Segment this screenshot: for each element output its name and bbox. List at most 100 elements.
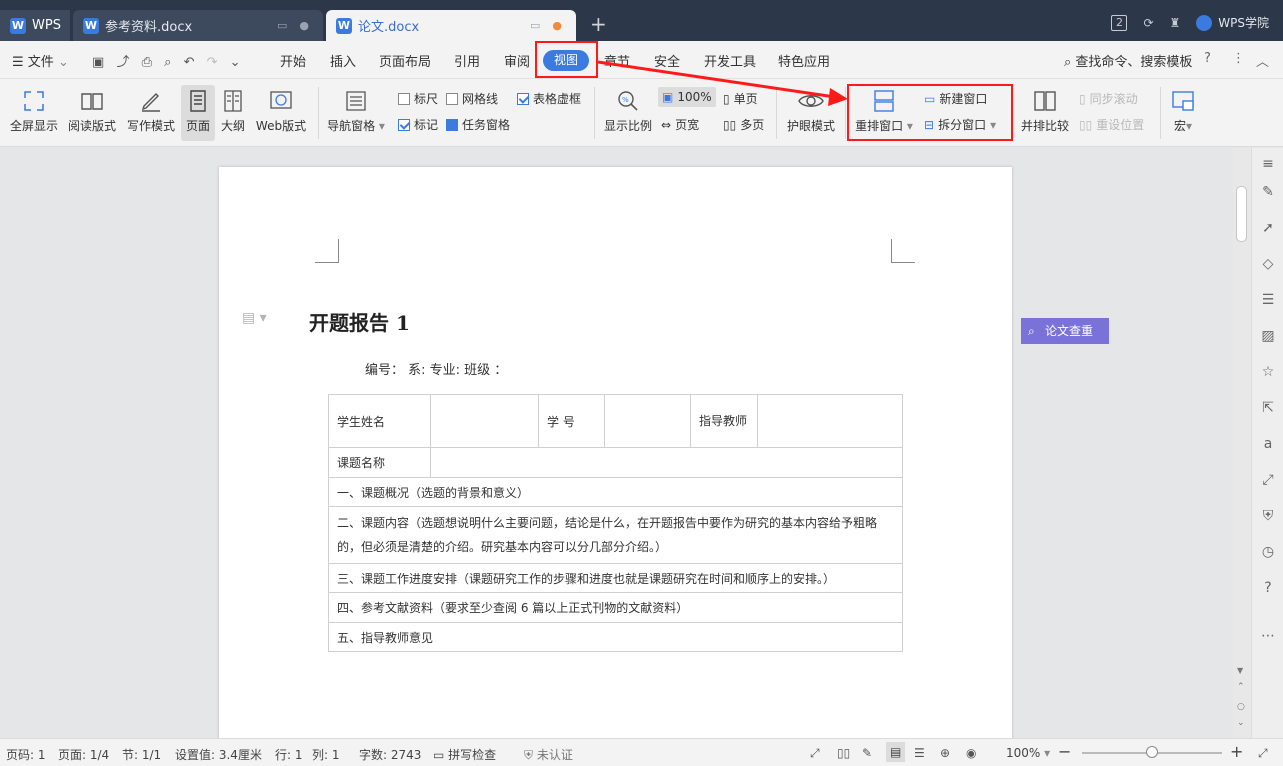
page-view-button[interactable]: 页面	[181, 85, 215, 141]
spell-check-button[interactable]: ▭ 拼写检查	[433, 746, 496, 763]
wps-academy-link[interactable]: WPS学院	[1196, 14, 1269, 31]
document-subtitle[interactable]: 编号： 系: 专业: 班级 ：	[365, 359, 507, 378]
prev-page-icon[interactable]: ⌃	[1237, 682, 1245, 692]
web-layout-button[interactable]: Web版式	[253, 89, 309, 134]
outline-button[interactable]: 大纲	[218, 89, 248, 134]
collapse-panel-icon[interactable]: ≡	[1260, 156, 1276, 172]
certification-status[interactable]: ⛨ 未认证	[524, 746, 573, 763]
table-cell[interactable]	[757, 394, 903, 448]
eye-mode-button[interactable]: 护眼模式	[784, 89, 838, 134]
marks-checkbox[interactable]: 标记	[398, 116, 438, 133]
table-cell[interactable]: 五、指导教师意见	[328, 622, 903, 652]
share-icon[interactable]: ⟳	[1143, 16, 1153, 30]
single-page-button[interactable]: ▯ 单页	[723, 90, 758, 107]
menu-security[interactable]: 安全	[654, 51, 680, 70]
table-cell[interactable]	[430, 447, 903, 478]
table-cell[interactable]: 三、课题工作进度安排（课题研究工作的步骤和进度也就是课题研究在时间和顺序上的安排…	[328, 563, 903, 593]
next-page-icon[interactable]: ⌄	[1237, 718, 1245, 728]
nav-pane-button[interactable]: 导航窗格 ▾	[326, 89, 386, 134]
web-mode-icon[interactable]: ⊕	[940, 746, 950, 760]
menu-dev-tools[interactable]: 开发工具	[704, 51, 756, 70]
status-page[interactable]: 页面: 1/4	[58, 746, 109, 763]
paragraph-menu-icon[interactable]: ▤ ▾	[242, 310, 267, 326]
print-icon[interactable]: ⎙	[142, 55, 152, 70]
status-col[interactable]: 列: 1	[312, 746, 340, 763]
collapse-ribbon-icon[interactable]: ︿	[1256, 51, 1269, 70]
history-icon[interactable]: ◷	[1260, 544, 1276, 560]
task-pane-checkbox[interactable]: 任务窗格	[446, 116, 510, 133]
page-mode-icon[interactable]: ▤	[886, 742, 906, 762]
redo-icon[interactable]: ↷	[207, 55, 218, 70]
monitor-icon[interactable]: ▭	[530, 19, 540, 32]
writing-mode-icon[interactable]: ✎	[862, 746, 872, 760]
fullscreen-button[interactable]: 全屏显示	[8, 89, 60, 134]
proposal-table[interactable]: 学生姓名 学 号 指导教师 课题名称 一、课题概况（选题的背景和意义） 二、课题…	[328, 394, 903, 652]
multi-page-button[interactable]: ▯▯ 多页	[723, 116, 764, 133]
gridlines-checkbox[interactable]: 网格线	[446, 90, 498, 107]
new-tab-button[interactable]: +	[590, 12, 607, 36]
more-icon[interactable]: ⌄	[230, 55, 241, 70]
status-words[interactable]: 字数: 2743	[359, 746, 421, 763]
table-gridlines-checkbox[interactable]: 表格虚框	[517, 90, 581, 107]
resize-icon[interactable]: ⤢	[1260, 472, 1276, 488]
page-width-button[interactable]: ⇔ 页宽	[661, 116, 699, 133]
menu-references[interactable]: 引用	[454, 51, 480, 70]
tab-reference-doc[interactable]: W 参考资料.docx ▭ ●	[73, 10, 323, 41]
select-pointer-icon[interactable]: ➚	[1260, 220, 1276, 236]
zoom-ratio-button[interactable]: % 显示比例	[601, 89, 655, 134]
reading-layout-button[interactable]: 阅读版式	[66, 89, 118, 134]
reading-mode-icon[interactable]: ▯▯	[837, 746, 850, 760]
vertical-scrollbar[interactable]: ▼ ⌃ ○ ⌄	[1233, 148, 1251, 738]
table-cell[interactable]: 一、课题概况（选题的背景和意义）	[328, 477, 903, 507]
zoom-slider[interactable]	[1082, 746, 1222, 758]
status-section[interactable]: 节: 1/1	[122, 746, 161, 763]
table-cell[interactable]	[430, 394, 539, 448]
macro-button[interactable]: 宏▾	[1168, 89, 1198, 134]
status-row[interactable]: 行: 1	[275, 746, 303, 763]
tab-wps[interactable]: W WPS	[0, 10, 70, 41]
help-button[interactable]: ?	[1204, 51, 1211, 66]
skin-icon[interactable]: ♜	[1170, 16, 1181, 30]
monitor-icon[interactable]: ▭	[277, 19, 287, 32]
table-cell[interactable]: 学生姓名	[328, 394, 431, 448]
file-menu[interactable]: ☰ 文件 ⌄	[12, 51, 69, 70]
menu-insert[interactable]: 插入	[330, 51, 356, 70]
table-cell[interactable]: 指导教师	[690, 394, 758, 448]
reset-position-button[interactable]: ▯▯ 重设位置	[1079, 116, 1144, 133]
zoom-100-button[interactable]: ▣ 100%	[658, 87, 716, 107]
zoom-in-button[interactable]: +	[1230, 742, 1243, 761]
image-icon[interactable]: ▨	[1260, 328, 1276, 344]
status-setting[interactable]: 设置值: 3.4厘米	[175, 746, 262, 763]
menu-featured[interactable]: 特色应用	[778, 51, 830, 70]
more-dots-icon[interactable]: ⋯	[1260, 628, 1276, 644]
shapes-icon[interactable]: ◇	[1260, 256, 1276, 272]
ruler-checkbox[interactable]: 标尺	[398, 90, 438, 107]
menu-chapter[interactable]: 章节	[604, 51, 630, 70]
menu-review[interactable]: 审阅	[504, 51, 530, 70]
document-page[interactable]: 开题报告 1 编号： 系: 专业: 班级 ： 学生姓名 学 号 指导教师 课题名…	[219, 167, 1012, 738]
table-cell[interactable]: 四、参考文献资料（要求至少查阅 6 篇以上正式刊物的文献资料）	[328, 592, 903, 623]
menu-page-layout[interactable]: 页面布局	[379, 51, 431, 70]
scroll-down-icon[interactable]: ▼	[1237, 666, 1243, 675]
zoom-out-button[interactable]: −	[1058, 742, 1071, 761]
more-options-icon[interactable]: ⋮	[1232, 51, 1245, 66]
edit-icon[interactable]: ✎	[1260, 184, 1276, 200]
star-icon[interactable]: ☆	[1260, 364, 1276, 380]
help-circle-icon[interactable]: ?	[1260, 580, 1276, 596]
close-dot-icon[interactable]: ●	[299, 19, 309, 32]
preview-icon[interactable]: ⌕	[164, 55, 171, 70]
document-canvas[interactable]: 开题报告 1 编号： 系: 专业: 班级 ： 学生姓名 学 号 指导教师 课题名…	[0, 148, 1233, 738]
save-icon[interactable]: ▣	[92, 55, 104, 70]
thesis-check-button[interactable]: ⌕ 论文查重	[1021, 318, 1109, 344]
tab-thesis-doc[interactable]: W 论文.docx ▭ ●	[326, 10, 576, 41]
menu-start[interactable]: 开始	[280, 51, 306, 70]
document-title[interactable]: 开题报告 1	[309, 307, 410, 336]
window-count-badge[interactable]: 2	[1111, 14, 1128, 31]
shield-icon[interactable]: ⛨	[1260, 508, 1276, 524]
zoom-slider-thumb[interactable]	[1146, 746, 1158, 758]
writing-mode-button[interactable]: 写作模式	[124, 89, 178, 134]
undo-icon[interactable]: ↶	[184, 55, 195, 70]
share-out-icon[interactable]: ⇱	[1260, 400, 1276, 416]
table-cell[interactable]: 学 号	[538, 394, 605, 448]
status-page-code[interactable]: 页码: 1	[6, 746, 46, 763]
